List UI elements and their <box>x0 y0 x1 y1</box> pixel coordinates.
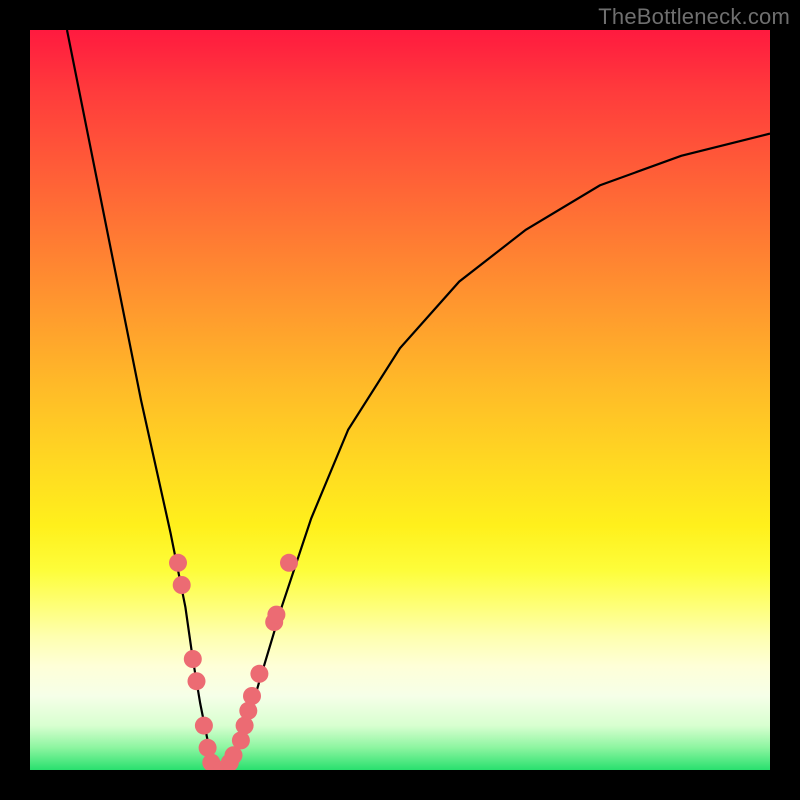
chart-frame: TheBottleneck.com <box>0 0 800 800</box>
plot-area <box>30 30 770 770</box>
data-point <box>195 717 213 735</box>
data-point <box>188 672 206 690</box>
data-point <box>184 650 202 668</box>
curve-path <box>67 30 770 770</box>
data-point <box>173 576 191 594</box>
chart-svg <box>30 30 770 770</box>
bottleneck-curve <box>67 30 770 770</box>
data-point <box>169 554 187 572</box>
data-point <box>280 554 298 572</box>
data-point <box>267 606 285 624</box>
data-points-group <box>169 554 298 770</box>
data-point <box>250 665 268 683</box>
data-point <box>243 687 261 705</box>
watermark-text: TheBottleneck.com <box>598 4 790 30</box>
